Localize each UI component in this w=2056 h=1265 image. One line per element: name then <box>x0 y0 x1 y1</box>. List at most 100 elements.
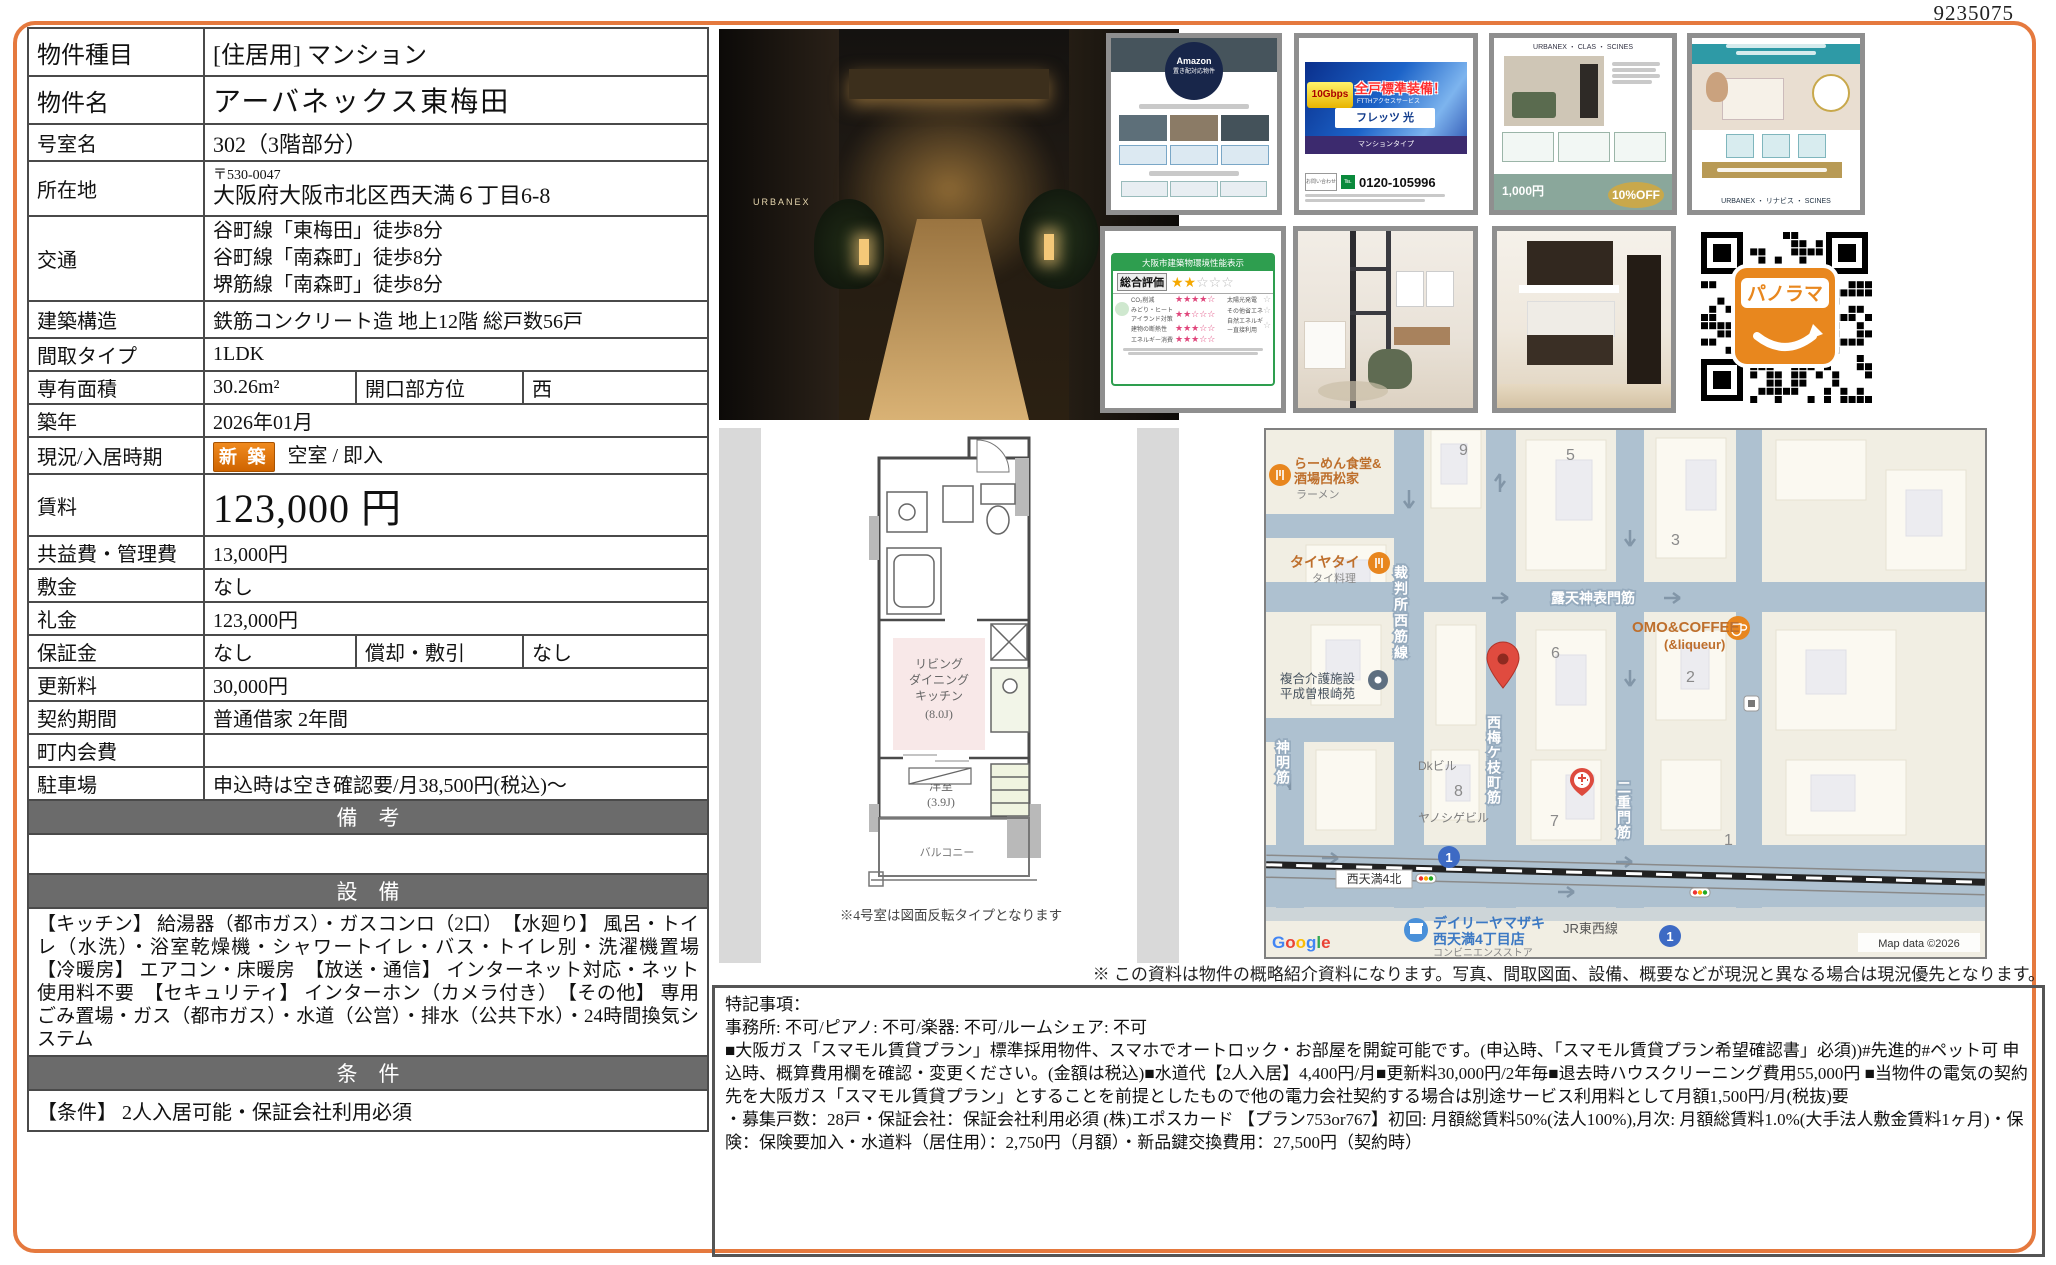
flets-brand: フレッツ 光 <box>1335 108 1435 128</box>
poi-omo-name: OMO&COFFEE <box>1632 619 1740 636</box>
eco-overall-stars-empty: ☆☆☆ <box>1196 274 1234 291</box>
table-row: 保証金 なし 償却・敷引 なし <box>28 635 708 668</box>
flets-type: マンションタイプ <box>1305 136 1467 154</box>
room-number: 302（3階部分） <box>204 124 708 161</box>
row-value: なし <box>204 569 708 602</box>
poi-ramen-name: らーめん食堂& <box>1294 456 1381 471</box>
block-number: 7 <box>1550 813 1559 830</box>
row-label: 契約期間 <box>28 701 204 734</box>
street-saibansho: 裁判所西筋線 <box>1393 564 1409 661</box>
floorplan-panel: リビング ダイニング キッチン (8.0J) 洋室 (3.9J) バルコニー ※… <box>719 428 1179 963</box>
eco-overall-label: 総合評価 <box>1117 273 1167 291</box>
flets-headline: 全戸標準装備！ <box>1355 78 1446 97</box>
table-row: 築年 2026年01月 <box>28 404 708 437</box>
row-value: 1LDK <box>204 338 708 371</box>
block-number: 3 <box>1671 532 1680 549</box>
poi-thai-name: タイヤタイ <box>1290 554 1360 570</box>
eco-row-stars: ☆ <box>1263 294 1271 305</box>
row-label: 専有面積 <box>28 371 204 404</box>
svg-text:西天満4丁目店: 西天満4丁目店 <box>1433 931 1525 947</box>
amortization-value: なし <box>523 635 708 668</box>
eco-row-stars: ★★★☆☆ <box>1175 323 1215 334</box>
svg-text:(3.9J): (3.9J) <box>927 795 955 809</box>
access-line: 堺筋線「南森町」徒歩8分 <box>213 272 699 299</box>
floorplan-drawing: リビング ダイニング キッチン (8.0J) 洋室 (3.9J) バルコニー ※… <box>719 428 1179 963</box>
row-label: 償却・敷引 <box>356 635 523 668</box>
table-row: 建築構造 鉄筋コンクリート造 地上12階 総戸数56戸 <box>28 301 708 338</box>
svg-text:酒場西松家: 酒場西松家 <box>1294 471 1360 486</box>
table-row: 礼金 123,000円 <box>28 602 708 635</box>
special-notes-line: 事務所: 不可/ピアノ: 不可/楽器: 不可/ルームシェア: 不可 <box>725 1016 2032 1039</box>
table-row: 物件名 アーバネックス東梅田 <box>28 76 708 124</box>
document-number: 9235075 <box>1934 1 2015 26</box>
table-row: 所在地 〒530-0047 大阪府大阪市北区西天満６丁目6-8 <box>28 161 708 216</box>
row-value: 鉄筋コンクリート造 地上12階 総戸数56戸 <box>204 301 708 338</box>
svg-text:(8.0J): (8.0J) <box>925 707 953 721</box>
balcony-label: バルコニー <box>920 846 975 859</box>
poi-yamazaki-category: コンビニエンスストア <box>1433 947 1533 957</box>
intersection-label: 西天満4北 <box>1336 870 1412 888</box>
panorama-qr-code: パノラマ <box>1697 228 1872 405</box>
row-value: 2026年01月 <box>204 404 708 437</box>
amazon-caption: 置き配対応物件 <box>1165 66 1223 75</box>
row-label: 開口部方位 <box>356 371 523 404</box>
eco-row-stars: ★★☆☆☆ <box>1175 309 1215 320</box>
row-label: 間取タイプ <box>28 338 204 371</box>
location-map: 裁判所西筋線 露天神表門筋 神明筋 西梅ケ枝町筋 二重門筋 9 5 3 6 2 … <box>1264 428 1987 959</box>
poi-kaigo-name: 複合介護施設 <box>1280 671 1356 686</box>
row-label: 保証金 <box>28 635 204 668</box>
equipment-text: 【キッチン】 給湯器（都市ガス）・ガスコンロ（2口） 【水廻り】 風呂・トイレ（… <box>28 908 708 1056</box>
poi-yamazaki-name: デイリーヤマザキ <box>1433 915 1545 931</box>
svg-text:ダイニング: ダイニング <box>909 672 969 687</box>
table-row: 専有面積 30.26m² 開口部方位 西 <box>28 371 708 404</box>
dark-door <box>1627 255 1661 385</box>
row-label: 更新料 <box>28 668 204 701</box>
flyer-cleaning-service: URBANEX ・ リナビス ・ SCINES <box>1687 33 1865 215</box>
flets-sub: FTTHアクセスサービス <box>1357 96 1420 105</box>
disclaimer-note: ※ この資料は物件の概略紹介資料になります。写真、間取図面、設備、概要などが現況… <box>700 960 2045 985</box>
block-number: 9 <box>1459 442 1468 459</box>
eco-overall-stars-filled: ★★ <box>1171 274 1196 291</box>
row-label: 物件種目 <box>28 28 204 76</box>
svg-text:キッチン: キッチン <box>915 689 963 703</box>
eco-row-label: 太陽光発電 <box>1227 295 1263 304</box>
eco-row-stars: ☆ <box>1263 305 1271 316</box>
property-spec-table: 物件種目 [住居用] マンション 物件名 アーバネックス東梅田 号室名 302（… <box>27 27 709 1132</box>
conditions-text: 【条件】 2人入居可能・保証会社利用必須 <box>28 1090 708 1131</box>
row-label: 現況/入居時期 <box>28 437 204 474</box>
rail-line-label: JR東西線 <box>1563 921 1618 936</box>
row-value <box>204 734 708 767</box>
remarks-text <box>28 834 708 874</box>
cleaning-footer-logos: URBANEX ・ リナビス ・ SCINES <box>1692 196 1860 206</box>
block-number: 5 <box>1566 447 1575 464</box>
block-number: 2 <box>1686 669 1695 686</box>
row-label: 賃料 <box>28 474 204 536</box>
access-cell: 谷町線「東梅田」徒歩8分 谷町線「南森町」徒歩8分 堺筋線「南森町」徒歩8分 <box>204 216 708 301</box>
row-value: 30,000円 <box>204 668 708 701</box>
route-shield: 1 <box>1438 846 1460 868</box>
block-number: 6 <box>1551 645 1560 662</box>
flyer-flets-hikari: 10Gbps 全戸標準装備！ FTTHアクセスサービス フレッツ 光 マンション… <box>1294 33 1478 215</box>
row-label: 建築構造 <box>28 301 204 338</box>
eco-row-label: エネルギー消費 <box>1131 335 1175 344</box>
row-value: 普通借家 2年間 <box>204 701 708 734</box>
special-notes-title: 特記事項： <box>725 993 2032 1016</box>
bldg-dk-label: Dkビル <box>1418 759 1457 773</box>
table-row: 共益費・管理費 13,000円 <box>28 536 708 569</box>
bldg-yanoshige-label: ヤノシゲビル <box>1418 811 1489 825</box>
row-label: 号室名 <box>28 124 204 161</box>
special-notes-box: 特記事項： 事務所: 不可/ピアノ: 不可/楽器: 不可/ルームシェア: 不可 … <box>712 985 2045 1257</box>
row-label: 共益費・管理費 <box>28 536 204 569</box>
row-value: 123,000円 <box>204 602 708 635</box>
remarks-band: 備 考 <box>28 800 708 834</box>
flets-phone: 0120-105996 <box>1359 175 1436 190</box>
floor-area: 30.26m² <box>204 371 356 404</box>
panorama-badge: パノラマ <box>1733 266 1837 366</box>
street-rotenjin: 露天神表門筋 <box>1551 590 1635 606</box>
traffic-light-icon <box>1690 888 1710 897</box>
svg-text:1: 1 <box>1445 850 1452 865</box>
address: 大阪府大阪市北区西天満６丁目6-8 <box>213 183 699 209</box>
table-row: 現況/入居時期 新 築 空室 / 即入 <box>28 437 708 474</box>
street-nijumon: 二重門筋 <box>1616 780 1632 840</box>
svg-text:(&liqueur): (&liqueur) <box>1664 637 1725 652</box>
